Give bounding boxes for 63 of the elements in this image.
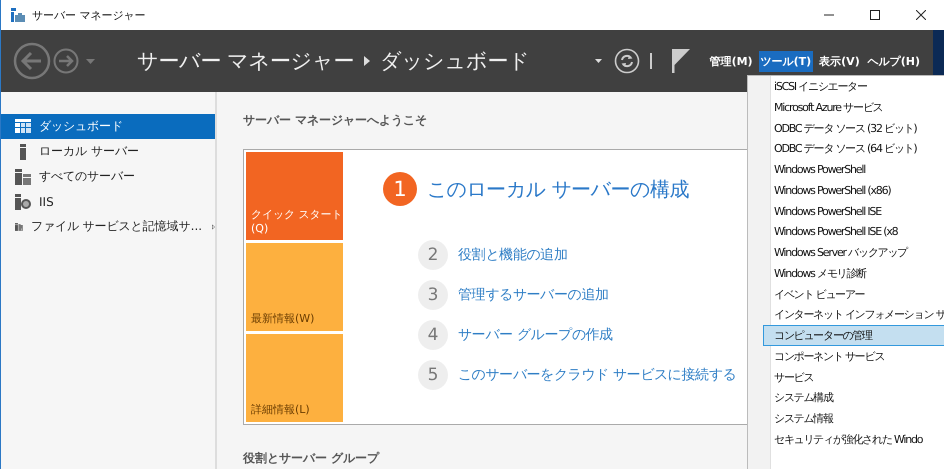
menu-item[interactable]: Windows Server バックアップ (763, 242, 944, 263)
menu-item[interactable]: システム構成 (763, 387, 944, 408)
step-link[interactable]: このローカル サーバーの構成 (427, 176, 690, 202)
maximize-icon (870, 10, 880, 20)
sidebar-item[interactable]: ローカル サーバー (1, 139, 215, 164)
step-link[interactable]: このサーバーをクラウド サービスに接続する (458, 366, 736, 384)
sidebar-label: ダッシュボード (39, 118, 123, 135)
step-number: 1 (383, 172, 417, 206)
menu-item[interactable]: Microsoft Azure サービス (763, 96, 944, 118)
step-number: 2 (418, 240, 448, 270)
menu-item[interactable]: Windows PowerShell ISE (x8 (763, 221, 944, 242)
step-link[interactable]: 役割と機能の追加 (458, 246, 568, 264)
tile-label: 詳細情報(L) (251, 402, 310, 417)
flag-icon[interactable] (672, 49, 690, 73)
sidebar-item[interactable]: すべてのサーバー (1, 164, 215, 189)
sidebar-item[interactable]: ファイル サービスと記憶域サ... (1, 214, 215, 239)
menu-item[interactable]: コンポーネント サービス (763, 346, 944, 366)
sidebar-label: ローカル サーバー (39, 143, 139, 160)
sidebar-item[interactable]: ダッシュボード (1, 114, 215, 139)
step-link[interactable]: サーバー グループの作成 (458, 326, 613, 344)
step-number: 4 (418, 320, 448, 350)
menu-item[interactable]: Windows メモリ診断 (763, 262, 944, 284)
breadcrumb-item[interactable]: ダッシュボード (380, 47, 530, 75)
section-heading: サーバー マネージャーへようこそ (243, 112, 428, 129)
menu-item[interactable]: iSCSI イニシエーター (763, 76, 944, 97)
menu-item[interactable]: イベント ビューアー (763, 284, 944, 304)
sidebar-label: ファイル サービスと記憶域サ... (30, 218, 202, 235)
menu-item[interactable]: サービス (763, 366, 944, 388)
step-link[interactable]: 管理するサーバーの追加 (458, 286, 609, 304)
menu-item[interactable]: コンピューターの管理 (763, 325, 944, 346)
step-number: 5 (418, 360, 448, 390)
sidebar-label: すべてのサーバー (39, 168, 135, 185)
menu-item[interactable]: ODBC データ ソース (64 ビット) (763, 138, 944, 159)
section-heading: 役割とサーバー グループ (243, 450, 380, 467)
globe-server-icon (15, 194, 31, 210)
menu-item[interactable]: 管理(M) (708, 50, 755, 72)
dropdown-caret-icon[interactable] (594, 59, 602, 63)
step-number: 3 (418, 280, 448, 310)
tile-label: クイック スタート(Q) (251, 207, 343, 235)
menu-item[interactable]: Windows PowerShell (763, 159, 944, 180)
menu-item[interactable]: ODBC データ ソース (32 ビット) (763, 118, 944, 138)
menu-item[interactable]: システム情報 (763, 408, 944, 429)
app-icon (10, 7, 26, 23)
tile-label: 最新情報(W) (251, 311, 314, 326)
menu-item[interactable]: Windows PowerShell (x86) (763, 180, 944, 200)
breadcrumb-item[interactable]: サーバー マネージャー (137, 47, 354, 75)
menu-item[interactable]: ツール(T) (758, 50, 814, 72)
tile-button[interactable]: 最新情報(W) (246, 243, 343, 331)
menu-item[interactable]: 表示(V) (817, 50, 862, 72)
refresh-icon[interactable] (614, 48, 640, 74)
window-title: サーバー マネージャー (32, 8, 146, 22)
tile-button[interactable]: 詳細情報(L) (246, 334, 343, 422)
close-icon (916, 10, 926, 20)
background-window-edge (933, 30, 944, 75)
grid-icon (15, 118, 31, 134)
servers-icon (15, 168, 31, 184)
breadcrumb-separator-icon (364, 56, 370, 66)
menu-item[interactable]: インターネット インフォメーション サ (763, 304, 944, 325)
sidebar-item[interactable]: IIS (1, 189, 215, 214)
menu-item[interactable]: Windows PowerShell ISE (763, 200, 944, 222)
menu-item[interactable]: セキュリティが強化された Windo (763, 428, 944, 450)
sidebar-label: IIS (39, 194, 54, 208)
menu-item[interactable]: ヘルプ(H) (866, 50, 922, 72)
